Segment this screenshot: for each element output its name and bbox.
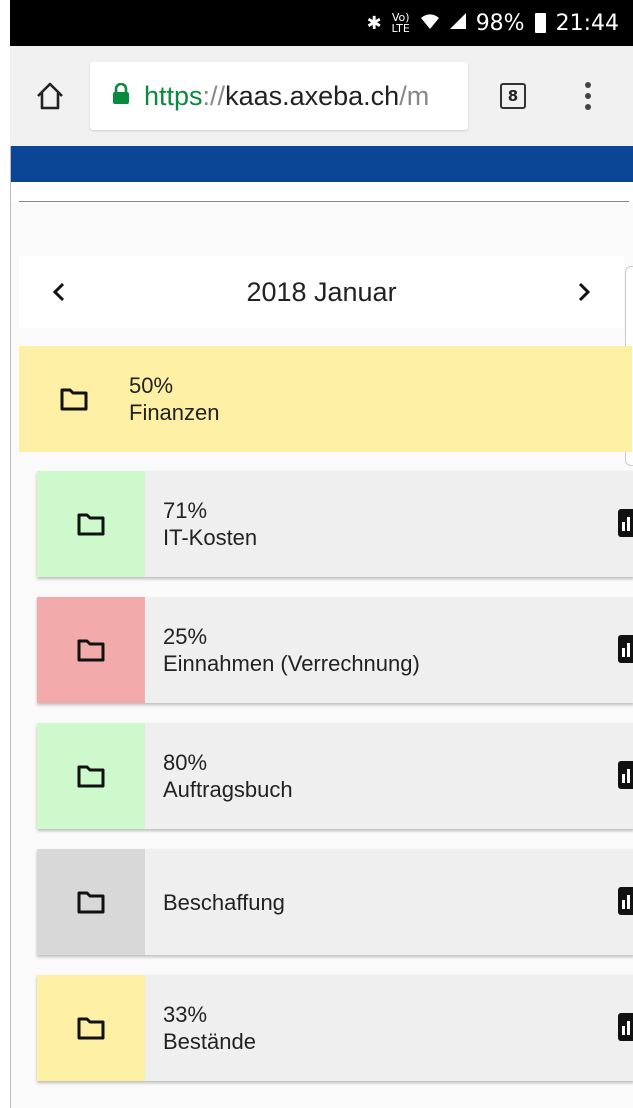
status-swatch [37, 597, 145, 703]
bar-chart-icon[interactable] [618, 509, 633, 537]
tab-switcher-button[interactable]: 8 [468, 46, 558, 146]
home-button[interactable] [10, 46, 90, 146]
bar-chart-icon[interactable] [618, 761, 633, 789]
status-swatch [37, 849, 145, 955]
folder-icon [60, 388, 88, 411]
clock: 21:44 [555, 10, 619, 36]
prev-month-button[interactable] [39, 272, 79, 312]
url-scheme: https [144, 80, 203, 111]
signal-icon [448, 12, 468, 35]
wifi-icon [420, 12, 440, 35]
battery-percent: 98% [475, 10, 525, 36]
subcategory-percent: 80% [163, 750, 208, 775]
chevron-left-icon [52, 282, 65, 302]
subcategory-percent: 25% [163, 624, 208, 649]
url-host: kaas.axeba.ch [225, 80, 400, 111]
folder-icon [77, 1017, 105, 1040]
page-content: 2018 Januar 50% Finanzen 71% IT-Kosten 2… [10, 146, 633, 1108]
subcategory-name: Auftragsbuch [163, 777, 293, 802]
app-header-band [11, 146, 633, 182]
volte-indicator: Vo) LTE [391, 11, 410, 35]
browser-menu-button[interactable] [558, 46, 618, 146]
subcategory-card[interactable]: 71% IT-Kosten [37, 471, 633, 577]
lock-icon [112, 81, 130, 112]
bar-chart-icon[interactable] [618, 1013, 633, 1041]
next-month-button[interactable] [564, 272, 604, 312]
url-path: /m [399, 80, 430, 111]
subcategory-name: Einnahmen (Verrechnung) [163, 651, 420, 676]
bluetooth-icon: ✱ [366, 12, 382, 34]
subcategory-card[interactable]: Beschaffung [37, 849, 633, 955]
folder-icon [77, 891, 105, 914]
category-percent: 50% [129, 373, 174, 398]
month-label: 2018 Januar [246, 276, 397, 307]
month-navigator: 2018 Januar [19, 256, 624, 328]
bar-chart-icon[interactable] [618, 887, 633, 915]
subcategory-name: Beschaffung [163, 889, 285, 915]
more-vert-icon [585, 82, 591, 88]
folder-icon [77, 765, 105, 788]
category-name: Finanzen [129, 400, 220, 425]
parent-category-card[interactable]: 50% Finanzen [19, 346, 632, 452]
bar-chart-icon[interactable] [618, 635, 633, 663]
subcategory-percent: 71% [163, 498, 208, 523]
url-bar[interactable]: https://kaas.axeba.ch/m [90, 62, 468, 130]
subcategory-name: Bestände [163, 1029, 256, 1054]
subcategory-card[interactable]: 33% Bestände [37, 975, 633, 1081]
subcategory-percent: 33% [163, 1002, 208, 1027]
folder-icon [77, 513, 105, 536]
tab-count: 8 [500, 83, 526, 109]
status-swatch [37, 975, 145, 1081]
subcategory-name: IT-Kosten [163, 525, 258, 550]
status-swatch [37, 471, 145, 577]
status-swatch [37, 723, 145, 829]
home-icon [37, 82, 63, 110]
subcategory-card[interactable]: 80% Auftragsbuch [37, 723, 633, 829]
subcategory-list: 71% IT-Kosten 25% Einnahmen (Verrechnung… [37, 471, 633, 1101]
chevron-right-icon [578, 282, 591, 302]
browser-toolbar: https://kaas.axeba.ch/m 8 [10, 46, 633, 146]
status-bar: ✱ Vo) LTE 98% 21:44 [10, 0, 633, 46]
subcategory-card[interactable]: 25% Einnahmen (Verrechnung) [37, 597, 633, 703]
url-separator: :// [202, 80, 226, 111]
battery-icon [534, 13, 546, 33]
folder-icon [77, 639, 105, 662]
